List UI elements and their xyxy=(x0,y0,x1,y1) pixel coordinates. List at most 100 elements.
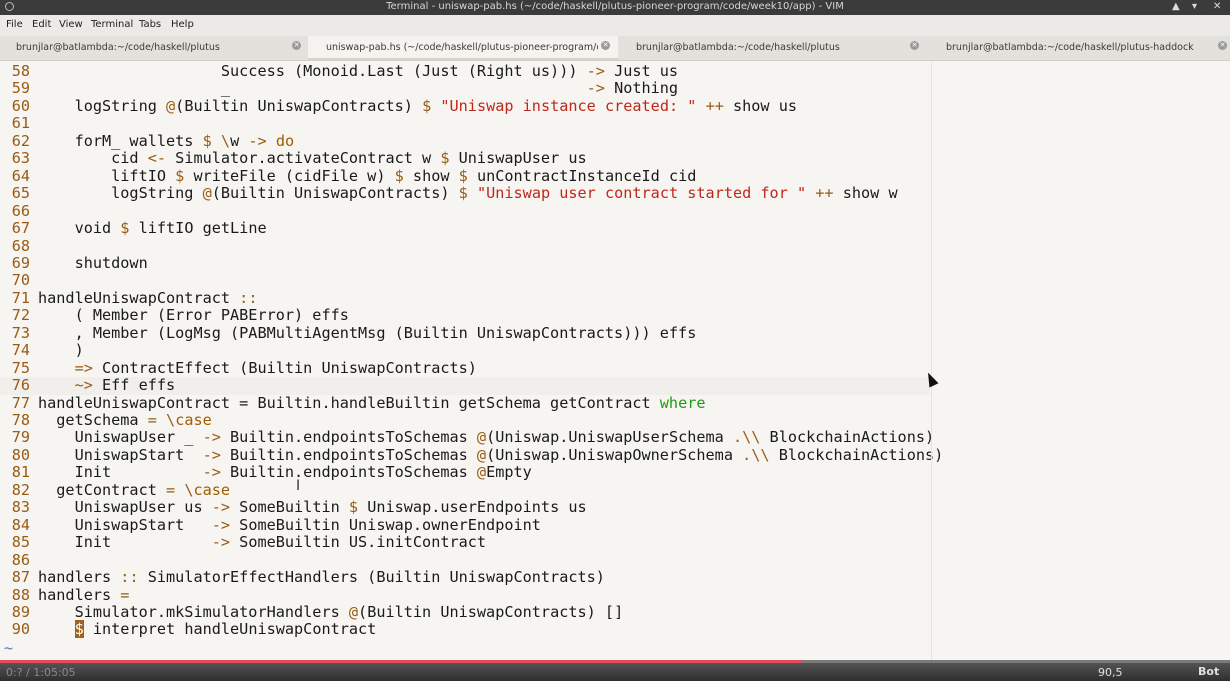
code-text: Init -> SomeBuiltin US.initContract xyxy=(38,533,487,552)
code-token: Eff effs xyxy=(92,376,176,395)
line-number: 63 xyxy=(11,149,30,168)
menu-file[interactable]: File xyxy=(6,19,23,30)
line-number: 58 xyxy=(11,62,30,80)
code-token: case xyxy=(175,411,212,429)
menu-tabs[interactable]: Tabs xyxy=(139,19,161,30)
tab-label: uniswap-pab.hs (~/code/haskell/plutus-pi… xyxy=(326,42,598,53)
line-number: 88 xyxy=(11,585,30,604)
code-token: handlers xyxy=(38,585,121,604)
code-text: UniswapUser us -> SomeBuiltin $ Uniswap.… xyxy=(38,499,587,517)
code-token: \ xyxy=(166,411,176,429)
vim-empty-line-marker: ~ xyxy=(4,639,14,657)
code-text: => ContractEffect (Builtin UniswapContra… xyxy=(38,358,477,378)
line-number: 76 xyxy=(11,376,30,395)
window-title: Terminal - uniswap-pab.hs (~/code/haskel… xyxy=(386,1,844,12)
vim-editor[interactable]: 58 Success (Monoid.Last (Just (Right us)… xyxy=(0,61,1230,661)
window-close-icon[interactable]: ✕ xyxy=(1213,1,1221,12)
tab-terminal-2[interactable]: brunjlar@batlambda:~/code/haskell/plutus… xyxy=(618,36,926,60)
code-text: liftIO $ writeFile (cidFile w) $ show $ … xyxy=(38,166,697,186)
tab-close-icon[interactable]: ✕ xyxy=(910,41,919,50)
menu-view[interactable]: View xyxy=(59,19,83,30)
line-number: 71 xyxy=(11,288,30,307)
code-text: ) xyxy=(38,341,84,360)
code-text: cid <- Simulator.activateContract w $ Un… xyxy=(38,150,587,168)
code-token: @ xyxy=(476,463,487,482)
code-token: Just us xyxy=(604,62,679,80)
code-token: UniswapUser us xyxy=(38,498,212,517)
code-token: handleUniswapContract = Builtin.handleBu… xyxy=(38,393,660,412)
code-token: (Builtin UniswapContracts) [] xyxy=(358,602,624,621)
code-text: handleUniswapContract = Builtin.handleBu… xyxy=(38,393,706,413)
line-number: 64 xyxy=(11,166,30,185)
line-number: 73 xyxy=(11,323,30,342)
code-text: logString @(Builtin UniswapContracts) $ … xyxy=(38,184,897,203)
line-number: 69 xyxy=(11,253,30,272)
code-token: -> xyxy=(202,428,221,447)
code-token: -> xyxy=(211,498,231,517)
tab-terminal-3[interactable]: brunjlar@batlambda:~/code/haskell/plutus… xyxy=(926,36,1230,60)
code-text: Success (Monoid.Last (Just (Right us))) … xyxy=(38,62,679,81)
code-token: -> xyxy=(211,515,231,534)
tab-vim-file[interactable]: uniswap-pab.hs (~/code/haskell/plutus-pi… xyxy=(308,36,618,60)
menu-edit[interactable]: Edit xyxy=(32,19,51,30)
color-column-divider xyxy=(931,61,932,661)
code-text: shutdown xyxy=(38,254,148,273)
vim-scroll-indicator: Bot xyxy=(1198,665,1220,678)
code-token: -> xyxy=(211,533,231,552)
code-text: _ -> Nothing xyxy=(38,80,678,98)
window-minimize-icon[interactable]: ▾ xyxy=(1192,1,1197,12)
line-number: 62 xyxy=(11,131,30,150)
code-token: ContractEffect (Builtin UniswapContracts… xyxy=(92,358,477,377)
video-progress-track[interactable] xyxy=(0,660,1230,663)
code-token: SimulatorEffectHandlers (Builtin Uniswap… xyxy=(138,568,605,587)
tab-close-icon[interactable]: ✕ xyxy=(601,41,610,50)
code-token: ++ xyxy=(815,184,834,203)
code-token: <- xyxy=(147,149,167,168)
code-token: @ xyxy=(202,184,212,203)
menu-terminal[interactable]: Terminal xyxy=(91,19,133,30)
code-token: -> xyxy=(202,445,221,464)
line-number: 70 xyxy=(11,271,30,290)
code-token: Simulator.activateContract w xyxy=(166,149,441,168)
code-token: getContract xyxy=(38,480,167,499)
code-text: UniswapUser _ -> Builtin.endpointsToSche… xyxy=(38,428,935,447)
code-token: writeFile (cidFile w) xyxy=(184,166,395,185)
code-token: -> xyxy=(586,62,605,80)
code-token: show xyxy=(403,166,459,185)
code-token: , Member (LogMsg (PABMultiAgentMsg (Buil… xyxy=(38,323,697,342)
tab-terminal-1[interactable]: brunjlar@batlambda:~/code/haskell/plutus… xyxy=(0,36,308,60)
line-number: 66 xyxy=(11,201,30,220)
code-token: (Uniswap.UniswapUserSchema xyxy=(486,428,733,447)
code-line[interactable]: 76 ~> Eff effs xyxy=(0,376,930,395)
window-shade-icon[interactable]: ▲ xyxy=(1172,1,1180,12)
line-number: 74 xyxy=(11,341,30,360)
code-token: handleUniswapContract xyxy=(38,288,240,307)
line-number: 78 xyxy=(11,411,30,429)
code-token: @ xyxy=(476,445,487,464)
code-token: $ xyxy=(458,184,468,203)
menu-help[interactable]: Help xyxy=(171,19,194,30)
code-token: show us xyxy=(723,96,798,115)
code-token: Init xyxy=(38,533,212,552)
code-token: do xyxy=(275,131,295,150)
line-number: 87 xyxy=(11,568,30,587)
code-token: logString xyxy=(38,184,203,203)
code-token: UniswapUser _ xyxy=(38,428,203,447)
video-status-bar: 0:? / 1:05:05 90,5 Bot xyxy=(0,660,1230,681)
line-number: 83 xyxy=(11,498,30,517)
tab-bar: brunjlar@batlambda:~/code/haskell/plutus… xyxy=(0,36,1230,61)
tab-close-icon[interactable]: ✕ xyxy=(1218,41,1227,50)
code-token: Builtin.endpointsToSchemas xyxy=(220,428,477,447)
code-token: unContractInstanceId cid xyxy=(467,166,697,185)
code-token: logString xyxy=(38,96,167,115)
line-number: 85 xyxy=(11,533,30,552)
code-token: Success (Monoid.Last (Just (Right us))) xyxy=(38,62,587,80)
line-number: 77 xyxy=(11,393,30,412)
code-text: handlers :: SimulatorEffectHandlers (Bui… xyxy=(38,568,605,587)
tab-close-icon[interactable]: ✕ xyxy=(292,41,301,50)
code-text: ( Member (Error PABError) effs xyxy=(38,307,349,325)
code-text: getSchema = \case xyxy=(38,411,212,430)
